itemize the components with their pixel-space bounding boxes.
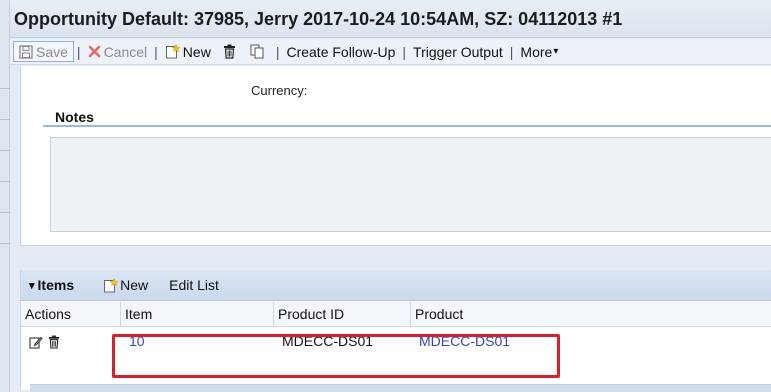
highlight-box	[112, 334, 560, 378]
collapse-arrow-icon: ▾	[29, 279, 35, 292]
more-menu-label: More	[520, 43, 553, 60]
row-actions	[25, 328, 120, 354]
save-button[interactable]: Save	[13, 41, 74, 62]
toolbar: Save | Cancel | New | Create Follow-Up |…	[10, 39, 771, 65]
cancel-x-icon	[88, 45, 100, 58]
left-panel-strip	[0, 0, 10, 392]
items-column-header: Actions Item Product ID Product	[21, 302, 771, 327]
toolbar-separator: |	[76, 43, 81, 60]
toolbar-separator: |	[154, 43, 158, 60]
new-document-icon	[104, 277, 119, 292]
create-follow-up-button[interactable]: Create Follow-Up	[282, 44, 399, 60]
trash-icon	[223, 44, 235, 59]
next-section-bar	[30, 384, 771, 392]
toolbar-separator: |	[402, 43, 407, 60]
window-title: Opportunity Default: 37985, Jerry 2017-1…	[14, 9, 623, 29]
notes-section-header: Notes	[43, 107, 771, 127]
notes-textarea[interactable]	[50, 137, 771, 232]
toolbar-separator: |	[509, 43, 514, 60]
currency-label: Currency:	[251, 83, 308, 98]
new-button[interactable]: New	[161, 44, 215, 60]
delete-button[interactable]	[219, 44, 240, 59]
column-header-item[interactable]: Item	[120, 302, 273, 327]
trigger-output-button[interactable]: Trigger Output	[409, 44, 507, 60]
more-menu-button[interactable]: More ▾	[516, 44, 562, 60]
column-header-actions[interactable]: Actions	[21, 302, 120, 327]
trash-icon[interactable]	[48, 335, 60, 349]
title-bar: Opportunity Default: 37985, Jerry 2017-1…	[10, 0, 771, 38]
items-collapse-toggle[interactable]: ▾ Items	[29, 277, 74, 293]
cancel-button[interactable]: Cancel	[84, 44, 152, 60]
new-button-label: New	[182, 43, 211, 60]
items-header: ▾ Items New Edit List	[21, 270, 771, 301]
dropdown-arrow-icon: ▾	[553, 46, 559, 57]
edit-icon[interactable]	[29, 335, 43, 349]
save-button-label: Save	[36, 43, 68, 60]
edit-list-button[interactable]: Edit List	[169, 277, 219, 293]
items-new-label: New	[120, 277, 149, 293]
new-document-icon	[165, 44, 180, 59]
save-icon	[19, 44, 33, 59]
opportunity-form: Currency: Notes	[20, 66, 771, 246]
copy-button[interactable]	[246, 44, 268, 59]
column-header-product-id[interactable]: Product ID	[273, 302, 410, 327]
cancel-button-label: Cancel	[103, 43, 148, 60]
column-header-product[interactable]: Product	[410, 302, 771, 327]
items-new-button[interactable]: New	[103, 277, 148, 293]
items-title: Items	[37, 277, 75, 293]
toolbar-separator: |	[275, 43, 280, 60]
copy-icon	[250, 44, 264, 59]
notes-label: Notes	[55, 109, 94, 125]
